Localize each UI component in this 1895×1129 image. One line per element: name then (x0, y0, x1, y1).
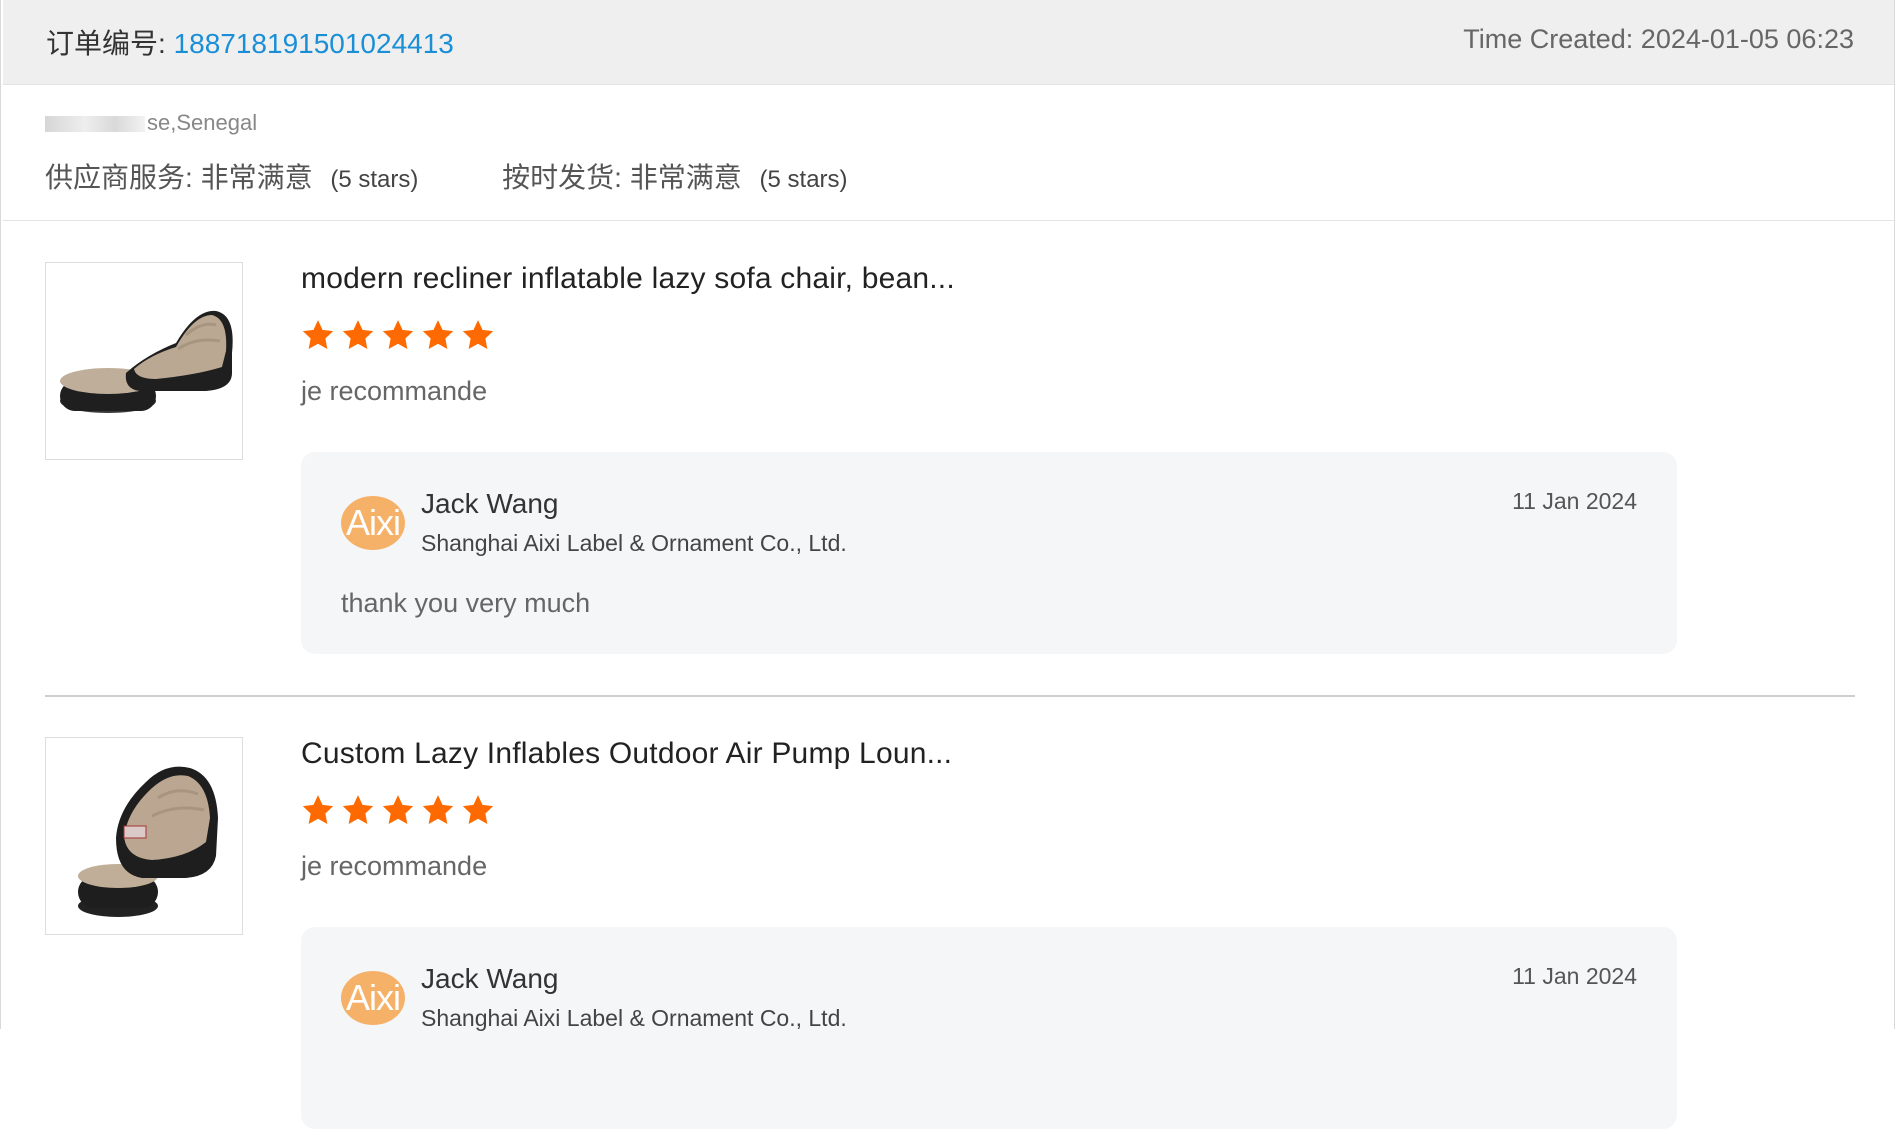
product-thumbnail[interactable] (45, 262, 243, 460)
supplier-name: Jack Wang (421, 963, 559, 994)
star-icon (342, 795, 374, 825)
inflatable-chair-image (78, 766, 218, 917)
inflatable-chair-image (60, 310, 233, 413)
star-icon (302, 320, 334, 350)
review-stars (301, 793, 501, 832)
review-divider (45, 695, 1855, 697)
star-icon (382, 320, 414, 350)
reply-message: thank you very much (341, 588, 591, 618)
product-thumbnail[interactable] (45, 737, 243, 935)
star-icon (422, 320, 454, 350)
review-stars (301, 318, 501, 357)
supplier-company: Shanghai Aixi Label & Ornament Co., Ltd. (421, 1005, 847, 1031)
buyer-location-text: se,Senegal (147, 110, 258, 135)
star-icon (382, 795, 414, 825)
reply-date: 11 Jan 2024 (1512, 963, 1637, 989)
order-label: 订单编号: (46, 28, 166, 59)
star-icon (462, 795, 494, 825)
rating-label: 按时发货: (502, 162, 622, 193)
rating-label: 供应商服务: (45, 162, 193, 193)
buyer-section: se,Senegal 供应商服务: 非常满意 (5 stars) 按时发货: 非… (3, 86, 1894, 221)
product-title-link[interactable]: Custom Lazy Inflables Outdoor Air Pump L… (301, 737, 952, 771)
rating-value: 非常满意 (629, 162, 742, 193)
rating-supplier-service: 供应商服务: 非常满意 (5 stars) (45, 156, 418, 196)
rating-stars-text: (5 stars) (330, 166, 419, 193)
review-text: je recommande (301, 376, 488, 406)
rating-on-time-shipping: 按时发货: 非常满意 (5 stars) (502, 156, 847, 196)
product-title-link[interactable]: modern recliner inflatable lazy sofa cha… (301, 262, 955, 296)
supplier-reply: Aixi Jack Wang Shanghai Aixi Label & Orn… (301, 452, 1677, 654)
supplier-avatar: Aixi (341, 971, 405, 1025)
supplier-name: Jack Wang (421, 488, 559, 519)
order-number-link[interactable]: 188718191501024413 (174, 28, 454, 59)
supplier-ratings: 供应商服务: 非常满意 (5 stars) 按时发货: 非常满意 (5 star… (45, 156, 924, 196)
star-icon (422, 795, 454, 825)
supplier-avatar: Aixi (341, 496, 405, 550)
supplier-company: Shanghai Aixi Label & Ornament Co., Ltd. (421, 530, 847, 556)
star-icon (342, 320, 374, 350)
star-icon (462, 320, 494, 350)
rating-value: 非常满意 (200, 162, 313, 193)
redacted-name (45, 116, 145, 133)
reply-date: 11 Jan 2024 (1512, 488, 1637, 514)
order-id: 订单编号: 188718191501024413 (46, 22, 454, 62)
review-page: 订单编号: 188718191501024413 Time Created: 2… (0, 0, 1895, 1129)
time-created: Time Created: 2024-01-05 06:23 (1463, 24, 1854, 54)
order-header: 订单编号: 188718191501024413 Time Created: 2… (3, 0, 1894, 85)
buyer-location: se,Senegal (45, 110, 257, 136)
review-text: je recommande (301, 851, 488, 881)
star-icon (302, 795, 334, 825)
supplier-reply: Aixi Jack Wang Shanghai Aixi Label & Orn… (301, 927, 1677, 1129)
rating-stars-text: (5 stars) (759, 166, 848, 193)
